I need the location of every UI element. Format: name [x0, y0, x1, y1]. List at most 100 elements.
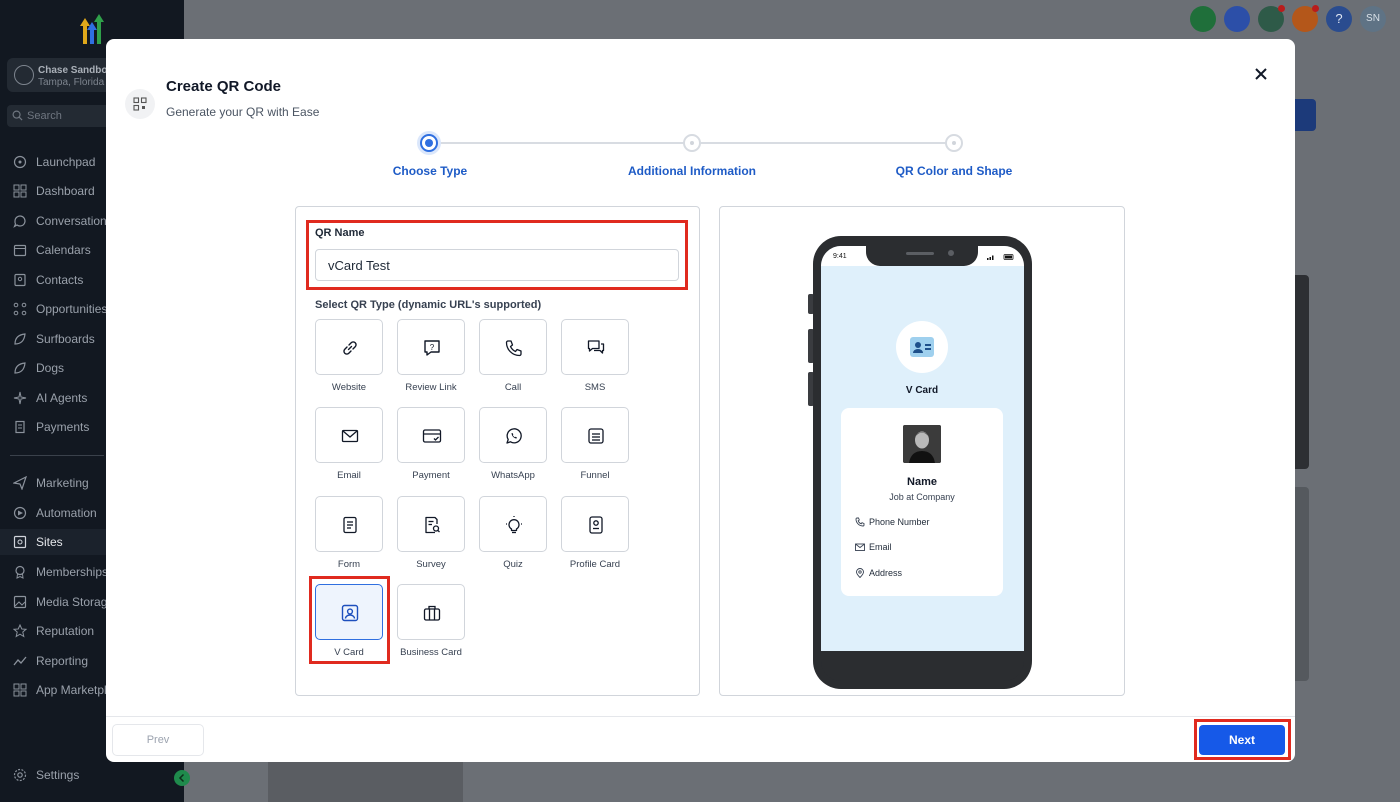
step-label-additional-information: Additional Information: [628, 164, 756, 178]
background-card: [1295, 275, 1309, 469]
preview-email-row: Email: [855, 542, 892, 552]
qr-type-payment[interactable]: [397, 407, 465, 463]
qr-type-email[interactable]: [315, 407, 383, 463]
trend-icon: [13, 656, 27, 666]
ai-sparkle-icon[interactable]: [1224, 6, 1250, 32]
bulb-icon: [506, 516, 522, 534]
app-logo: [80, 14, 104, 44]
qr-type-caption: WhatsApp: [491, 470, 535, 481]
qr-type-vcard[interactable]: [315, 584, 383, 640]
qr-type-caption: Business Card: [400, 647, 462, 658]
qr-type-whatsapp[interactable]: [479, 407, 547, 463]
create-qr-modal: Create QR Code Generate your QR with Eas…: [106, 39, 1295, 762]
grid-icon: [13, 184, 27, 198]
preview-job: Job at Company: [889, 492, 955, 502]
sites-icon: [13, 535, 27, 549]
funnel-icon: [588, 428, 604, 444]
svg-text:?: ?: [430, 343, 435, 352]
payment-icon: [422, 429, 442, 443]
help-icon[interactable]: ?: [1326, 6, 1352, 32]
location-pin-icon: [856, 568, 864, 579]
qr-name-label: QR Name: [315, 227, 365, 239]
profile-photo: [903, 425, 941, 463]
step-indicator-qr-color-shape[interactable]: [945, 134, 963, 152]
account-name: Chase Sandbox: [38, 65, 114, 76]
phone-icon: [505, 340, 522, 357]
sidebar-divider: [10, 455, 104, 456]
qr-type-label: Select QR Type (dynamic URL's supported): [315, 299, 542, 311]
qr-type-caption: Call: [504, 382, 522, 393]
image-icon: [13, 595, 27, 609]
qr-type-website[interactable]: [315, 319, 383, 375]
signal-battery-icon: [987, 254, 1014, 260]
calendar-icon: [13, 244, 27, 257]
qr-type-call[interactable]: [479, 319, 547, 375]
qr-name-input[interactable]: [315, 249, 679, 281]
phone-notch: [866, 240, 978, 266]
link-icon: [343, 341, 357, 355]
background-button: [1295, 99, 1316, 131]
qr-type-funnel[interactable]: [561, 407, 629, 463]
qr-type-caption: Quiz: [503, 559, 523, 570]
qr-type-caption: Review Link: [405, 382, 457, 393]
opportunities-icon: [13, 302, 27, 316]
profile-card-icon: [589, 516, 603, 534]
receipt-icon: [15, 420, 25, 434]
gear-icon: [13, 768, 27, 782]
next-button[interactable]: Next: [1199, 725, 1285, 755]
notification-bell-icon[interactable]: [1292, 5, 1319, 32]
qr-type-survey[interactable]: [397, 496, 465, 552]
award-icon: [15, 565, 25, 579]
qr-type-business-card[interactable]: [397, 584, 465, 640]
user-avatar[interactable]: SN: [1360, 6, 1386, 32]
announcement-icon[interactable]: [1258, 5, 1285, 32]
qr-type-caption: SMS: [584, 382, 606, 393]
modal-title: Create QR Code: [166, 78, 282, 95]
email-icon: [855, 543, 865, 551]
automation-icon: [13, 506, 27, 520]
preview-name: Name: [907, 476, 937, 488]
step-connector: [701, 142, 947, 144]
vcard-avatar: [896, 321, 948, 373]
search-icon: [12, 110, 23, 121]
qr-type-profile-card[interactable]: [561, 496, 629, 552]
briefcase-icon: [423, 605, 441, 621]
sparkle-icon: [13, 391, 27, 405]
prev-button[interactable]: Prev: [112, 724, 204, 756]
sidebar-collapse-button[interactable]: [174, 770, 190, 786]
phone-call-icon[interactable]: [1190, 6, 1216, 32]
qr-type-sms[interactable]: [561, 319, 629, 375]
email-icon: [341, 429, 359, 443]
phone-time: 9:41: [833, 253, 847, 260]
sms-icon: [587, 340, 605, 354]
qr-type-caption: Funnel: [580, 470, 610, 481]
close-icon[interactable]: [1252, 65, 1270, 83]
step-label-choose-type: Choose Type: [392, 164, 468, 178]
qr-type-caption: Email: [337, 470, 361, 481]
preview-phone-row: Phone Number: [855, 517, 930, 527]
qr-type-quiz[interactable]: [479, 496, 547, 552]
step-indicator-choose-type[interactable]: [420, 134, 438, 152]
phone-icon: [855, 517, 865, 527]
step-indicator-additional-information[interactable]: [683, 134, 701, 152]
survey-icon: [425, 516, 440, 534]
background-card: [268, 762, 463, 802]
rocket-icon: [13, 155, 27, 169]
sidebar-item-settings[interactable]: Settings: [0, 762, 184, 788]
account-avatar-icon: [14, 65, 34, 85]
phone-bottom-bezel: [821, 651, 1024, 681]
qr-type-review-link[interactable]: ?: [397, 319, 465, 375]
contact-card-icon: [910, 337, 934, 357]
qr-type-form[interactable]: [315, 496, 383, 552]
apps-icon: [13, 683, 27, 697]
whatsapp-icon: [506, 428, 522, 444]
account-location: Tampa, Florida: [38, 77, 105, 88]
qr-type-caption: Survey: [416, 559, 446, 570]
review-icon: ?: [424, 340, 440, 356]
contacts-icon: [14, 273, 26, 287]
step-connector: [439, 142, 686, 144]
search-placeholder: Search: [27, 110, 62, 122]
vcard-icon: [341, 604, 359, 622]
dog-icon: [14, 362, 26, 374]
qr-type-caption: Form: [337, 559, 361, 570]
